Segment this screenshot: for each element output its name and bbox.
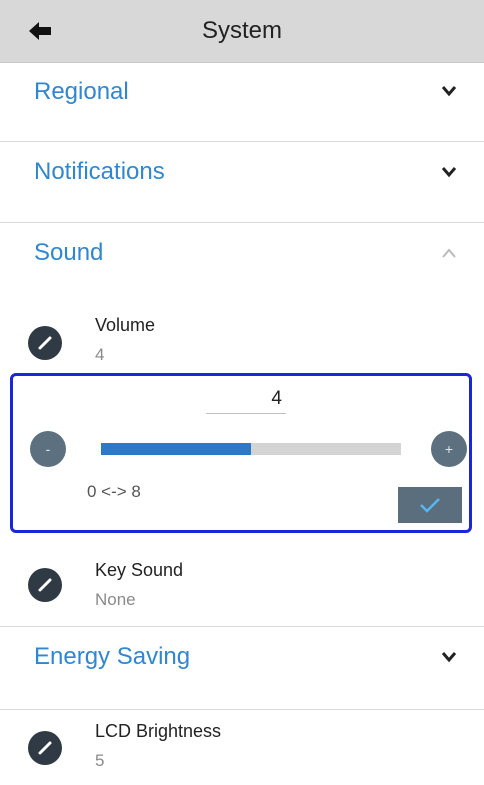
chevron-up-icon <box>442 248 456 258</box>
confirm-button[interactable] <box>398 487 462 523</box>
section-title-sound: Sound <box>34 239 104 266</box>
decrease-button[interactable]: - <box>30 431 66 467</box>
section-sound[interactable]: Sound <box>0 222 484 286</box>
back-arrow-icon <box>29 22 51 40</box>
section-title-energy-saving: Energy Saving <box>34 643 191 670</box>
setting-key-sound: Key Sound None <box>0 540 484 627</box>
minus-icon: - <box>45 441 51 457</box>
lcd-brightness-label: LCD Brightness <box>95 721 222 741</box>
edit-key-sound-button[interactable] <box>28 568 62 602</box>
volume-label: Volume <box>95 315 156 335</box>
setting-volume: Volume 4 <box>0 300 484 370</box>
volume-slider-fill <box>101 443 251 455</box>
edit-pencil-icon <box>38 741 52 755</box>
chevron-down-icon <box>441 167 457 178</box>
volume-slider[interactable] <box>101 443 401 455</box>
section-notifications[interactable]: Notifications <box>0 141 484 223</box>
edit-pencil-icon <box>38 578 52 592</box>
volume-editor-panel: 4 - + 0 <-> 8 <box>10 373 472 533</box>
edit-volume-button[interactable] <box>28 326 62 360</box>
chevron-down-icon <box>441 652 457 663</box>
edit-pencil-icon <box>38 336 52 350</box>
key-sound-value: None <box>95 590 136 609</box>
chevron-down-icon <box>441 86 457 97</box>
volume-value: 4 <box>95 345 105 364</box>
increase-button[interactable]: + <box>431 431 467 467</box>
page-title: System <box>201 17 282 44</box>
lcd-brightness-value: 5 <box>95 751 105 770</box>
key-sound-label: Key Sound <box>95 560 184 580</box>
back-button[interactable] <box>28 20 52 42</box>
volume-value-input[interactable]: 4 <box>206 388 286 414</box>
setting-lcd-brightness: LCD Brightness 5 <box>0 709 484 785</box>
top-bar: System <box>0 0 484 63</box>
section-energy-saving[interactable]: Energy Saving <box>0 627 484 710</box>
section-regional[interactable]: Regional <box>0 62 484 142</box>
volume-range-label: 0 <-> 8 <box>87 482 141 501</box>
section-title-regional: Regional <box>34 78 129 105</box>
section-title-notifications: Notifications <box>34 158 165 185</box>
checkmark-icon <box>420 498 440 513</box>
plus-icon: + <box>444 441 454 457</box>
edit-lcd-brightness-button[interactable] <box>28 731 62 765</box>
